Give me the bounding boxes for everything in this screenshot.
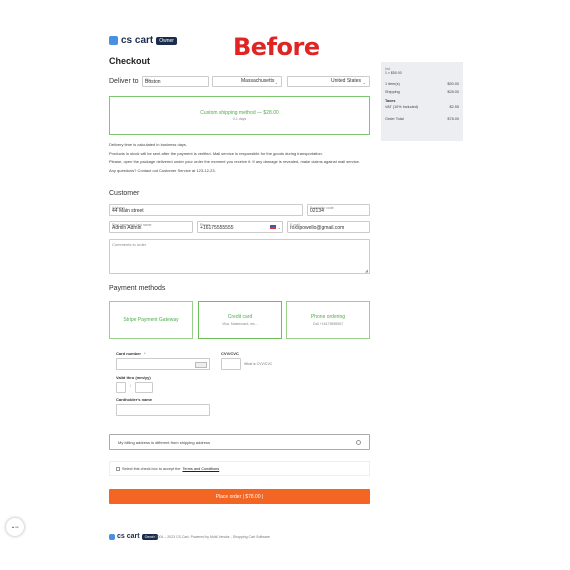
summary-row: 1 item(s) $50.00 xyxy=(385,82,459,86)
tax-row-label: VAT (10% included) xyxy=(385,105,419,109)
summary-row-value: $28.00 xyxy=(447,90,459,94)
chevron-down-icon: ⌄ xyxy=(362,80,366,85)
comments-textarea[interactable]: Comments to order ◢ xyxy=(109,239,370,274)
taxes-label: Taxes xyxy=(385,99,396,103)
terms-text: Select this check box to accept the xyxy=(122,466,181,471)
payment-method-sub: Call +16175555557 xyxy=(312,322,344,326)
radio-circle-icon[interactable] xyxy=(356,440,361,445)
summary-item-line: 1 × $50.00 xyxy=(385,71,402,75)
note-text: Please, open the package delivered under… xyxy=(109,159,361,165)
widget-label: ▲ ▪▪▪ xyxy=(11,525,19,529)
logo-square-icon xyxy=(109,533,115,540)
deliver-to-label: Deliver to xyxy=(109,78,139,85)
payment-method-title: Credit card xyxy=(227,314,253,320)
expiry-separator: / xyxy=(130,384,131,388)
payment-method-title: Phone ordering xyxy=(310,314,346,320)
footer-copyright: © 2004 – 2023 CS-Cart. Powered by Multi-… xyxy=(152,535,270,539)
phone-field[interactable]: Phone +16175555555 ⌄ xyxy=(197,221,283,233)
order-total-label: Order Total xyxy=(385,117,404,121)
cvv-help-link[interactable]: What is CVV/CVC xyxy=(244,362,272,366)
logo-square-icon xyxy=(109,36,118,45)
terms-row: Select this check box to accept the Term… xyxy=(109,461,370,476)
address-value: 44 Main street xyxy=(112,208,144,214)
note-text: Products in stock will be sent after the… xyxy=(109,150,323,156)
comments-placeholder: Comments to order xyxy=(112,242,147,247)
payment-method-phone[interactable]: Phone ordering Call +16175555557 xyxy=(286,301,370,339)
summary-row: Shipping $28.00 xyxy=(385,90,459,94)
page-title: Checkout xyxy=(109,56,151,66)
state-value: Massachusetts xyxy=(241,78,275,84)
full-name-value: Admin Admin xyxy=(112,225,142,231)
email-field[interactable]: E-mail roxspowello@gmail.com xyxy=(287,221,370,233)
customer-section-title: Customer xyxy=(109,190,140,197)
expiry-month-input[interactable] xyxy=(116,382,126,393)
cvv-input[interactable] xyxy=(221,358,241,370)
chevron-down-icon: ⌄ xyxy=(274,80,278,85)
payment-method-credit-card[interactable]: Credit card Visa, Mastercard, etc... xyxy=(198,301,282,339)
note-text: Any questions? Contact out Customer Serv… xyxy=(109,167,216,173)
shipping-method-subtitle: 0-1 days xyxy=(232,117,247,121)
order-total-value: $78.00 xyxy=(447,117,459,121)
required-asterisk: * xyxy=(144,351,146,356)
payment-method-title: Stripe Payment Gateway xyxy=(123,317,179,323)
postal-code-value: 02134 xyxy=(310,208,324,214)
billing-address-toggle[interactable]: My billing address is different from shi… xyxy=(109,434,370,450)
order-summary-panel: Ind 1 × $50.00 1 item(s) $50.00 Shipping… xyxy=(381,62,463,141)
logo-text: cs cart xyxy=(121,35,154,46)
payment-section-title: Payment methods xyxy=(109,285,166,292)
shipping-method-title: Custom shipping method — $28.00 xyxy=(200,110,279,116)
country-value: United States xyxy=(331,78,362,84)
card-number-label: Card number xyxy=(116,351,141,356)
terms-link[interactable]: Terms and Conditions xyxy=(182,467,219,471)
cvv-label: CVV/CVC xyxy=(221,351,239,356)
payment-method-stripe[interactable]: Stripe Payment Gateway xyxy=(109,301,193,339)
footer-logo-text: cs cart xyxy=(117,533,140,540)
card-number-input[interactable] xyxy=(116,358,210,370)
owner-badge: Owner xyxy=(156,36,177,45)
terms-checkbox[interactable] xyxy=(116,466,120,471)
summary-row-label: Shipping xyxy=(385,90,400,94)
payment-method-sub: Visa, Mastercard, etc... xyxy=(222,322,258,326)
tax-row: VAT (10% included) $2.55 xyxy=(385,105,459,109)
footer-logo[interactable]: cs cart Owner xyxy=(109,533,158,540)
place-order-button[interactable]: Place order | $78.00 | xyxy=(109,489,370,504)
note-text: Delivery time is calculated in business … xyxy=(109,142,188,147)
address-field[interactable]: Address 44 Main street xyxy=(109,204,303,216)
before-overlay-label: Before xyxy=(233,33,320,61)
country-flag-icon[interactable] xyxy=(270,225,276,229)
delivery-notes: Delivery time is calculated in business … xyxy=(109,142,374,173)
order-total-row: Order Total $78.00 xyxy=(385,117,459,121)
phone-value: +16175555555 xyxy=(200,225,234,231)
summary-row-label: 1 item(s) xyxy=(385,82,400,86)
card-type-icon xyxy=(195,362,207,368)
store-logo[interactable]: cs cart Owner xyxy=(109,35,177,46)
chevron-down-icon: ⌄ xyxy=(277,225,281,230)
shipping-method-option[interactable]: Custom shipping method — $28.00 0-1 days xyxy=(109,96,370,135)
resize-handle-icon[interactable]: ◢ xyxy=(365,268,368,273)
floating-widget-button[interactable]: ▲ ▪▪▪ xyxy=(6,518,24,536)
valid-thru-label: Valid thru (mm/yy) xyxy=(116,375,151,380)
tax-row-value: $2.55 xyxy=(449,105,459,109)
cardholder-label: Cardholder's name xyxy=(116,397,153,402)
expiry-year-input[interactable] xyxy=(135,382,153,393)
country-select[interactable]: United States ⌄ xyxy=(287,76,370,87)
state-select[interactable]: Massachusetts ⌄ xyxy=(212,76,282,87)
postal-code-field[interactable]: Postal/zip code 02134 xyxy=(307,204,370,216)
summary-row-value: $50.00 xyxy=(447,82,459,86)
city-field[interactable]: City Boston xyxy=(142,76,209,87)
billing-address-label: My billing address is different from shi… xyxy=(118,440,210,445)
cardholder-input[interactable] xyxy=(116,404,210,416)
full-name-field[interactable]: First name and last name Admin Admin xyxy=(109,221,193,233)
email-value: roxspowello@gmail.com xyxy=(290,225,345,231)
city-value: Boston xyxy=(145,79,161,85)
